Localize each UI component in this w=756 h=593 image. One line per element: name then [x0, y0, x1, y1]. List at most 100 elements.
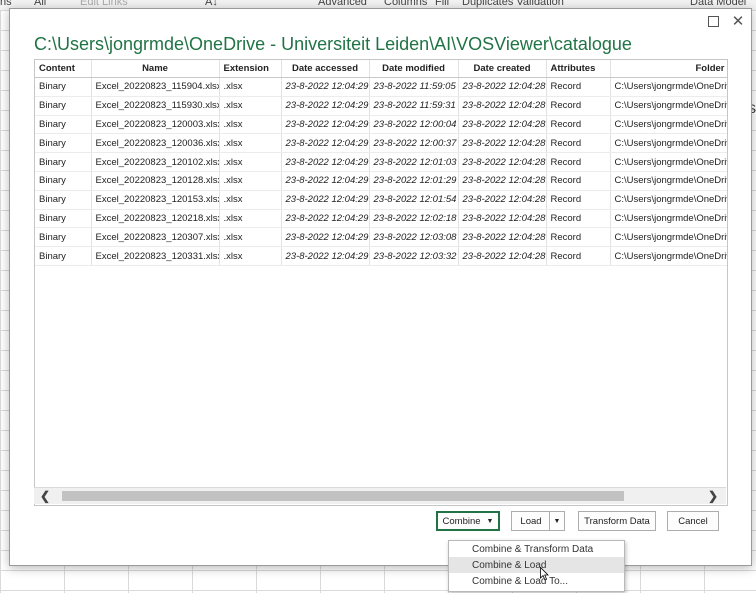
cell-content[interactable]: Binary — [35, 152, 92, 172]
cell-date-modified[interactable]: 23-8-2022 12:01:03 — [369, 152, 459, 172]
cell-content[interactable]: Binary — [35, 171, 92, 191]
cell-name[interactable]: Excel_20220823_115930.xlsx — [91, 96, 220, 116]
column-header-folder[interactable]: Folder — [610, 60, 727, 78]
cell-date-created[interactable]: 23-8-2022 12:04:28 — [458, 152, 547, 172]
menu-item-combine-load-to[interactable]: Combine & Load To... — [449, 573, 624, 589]
column-header-name[interactable]: Name — [91, 60, 220, 78]
cell-name[interactable]: Excel_20220823_120102.xlsx — [91, 152, 220, 172]
cell-date-accessed[interactable]: 23-8-2022 12:04:29 — [281, 171, 370, 191]
cell-date-created[interactable]: 23-8-2022 12:04:28 — [458, 133, 547, 154]
cell-folder[interactable]: C:\Users\jongrmde\OneDriv — [610, 171, 727, 191]
cell-name[interactable]: Excel_20220823_120218.xlsx — [91, 209, 220, 229]
cell-date-created[interactable]: 23-8-2022 12:04:28 — [458, 77, 547, 97]
cell-folder[interactable]: C:\Users\jongrmde\OneDriv — [610, 246, 727, 266]
cell-name[interactable]: Excel_20220823_120307.xlsx — [91, 227, 220, 248]
cell-extension[interactable]: .xlsx — [219, 209, 282, 229]
cell-date-accessed[interactable]: 23-8-2022 12:04:29 — [281, 209, 370, 229]
cell-folder[interactable]: C:\Users\jongrmde\OneDriv — [610, 209, 727, 229]
cell-date-created[interactable]: 23-8-2022 12:04:28 — [458, 227, 547, 248]
menu-item-combine-load[interactable]: Combine & Load — [449, 557, 624, 573]
cell-date-modified[interactable]: 23-8-2022 11:59:31 — [369, 96, 459, 116]
cell-extension[interactable]: .xlsx — [219, 115, 282, 135]
cell-date-modified[interactable]: 23-8-2022 12:00:04 — [369, 115, 459, 135]
cell-name[interactable]: Excel_20220823_120153.xlsx — [91, 190, 220, 210]
cell-content[interactable]: Binary — [35, 115, 92, 135]
cancel-button[interactable]: Cancel — [667, 511, 719, 531]
column-header-extension[interactable]: Extension — [219, 60, 282, 78]
cell-date-created[interactable]: 23-8-2022 12:04:28 — [458, 190, 547, 210]
cell-attributes[interactable]: Record — [546, 96, 611, 116]
table-row[interactable]: Binary Excel_20220823_120218.xlsx .xlsx 23-… — [35, 209, 727, 229]
file-table-container[interactable]: Content Name Extension Date accessed Dat… — [34, 59, 728, 506]
chevron-left-icon[interactable]: ❮ — [36, 488, 54, 504]
cell-attributes[interactable]: Record — [546, 227, 611, 248]
chevron-right-icon[interactable]: ❯ — [704, 488, 722, 504]
cell-date-modified[interactable]: 23-8-2022 12:00:37 — [369, 133, 459, 154]
cell-name[interactable]: Excel_20220823_120331.xlsx — [91, 246, 220, 266]
cell-folder[interactable]: C:\Users\jongrmde\OneDriv — [610, 115, 727, 135]
horizontal-scrollbar[interactable]: ❮ ❯ — [34, 487, 726, 504]
cell-extension[interactable]: .xlsx — [219, 152, 282, 172]
cell-date-accessed[interactable]: 23-8-2022 12:04:29 — [281, 133, 370, 154]
table-row[interactable]: Binary Excel_20220823_120153.xlsx .xlsx 23-… — [35, 190, 727, 210]
table-row[interactable]: Binary Excel_20220823_120331.xlsx .xlsx 23-… — [35, 246, 727, 266]
cell-date-accessed[interactable]: 23-8-2022 12:04:29 — [281, 227, 370, 248]
cell-name[interactable]: Excel_20220823_120003.xlsx — [91, 115, 220, 135]
load-button[interactable]: Load — [511, 511, 551, 531]
cell-content[interactable]: Binary — [35, 96, 92, 116]
cell-folder[interactable]: C:\Users\jongrmde\OneDriv — [610, 190, 727, 210]
cell-date-accessed[interactable]: 23-8-2022 12:04:29 — [281, 152, 370, 172]
table-row[interactable]: Binary Excel_20220823_120128.xlsx .xlsx 23-… — [35, 171, 727, 191]
table-row[interactable]: Binary Excel_20220823_115930.xlsx .xlsx 23-… — [35, 96, 727, 116]
table-row[interactable]: Binary Excel_20220823_120003.xlsx .xlsx 23-… — [35, 115, 727, 135]
cell-attributes[interactable]: Record — [546, 209, 611, 229]
cell-extension[interactable]: .xlsx — [219, 77, 282, 97]
cell-date-accessed[interactable]: 23-8-2022 12:04:29 — [281, 190, 370, 210]
cell-date-created[interactable]: 23-8-2022 12:04:28 — [458, 171, 547, 191]
cell-extension[interactable]: .xlsx — [219, 171, 282, 191]
cell-extension[interactable]: .xlsx — [219, 96, 282, 116]
table-row[interactable]: Binary Excel_20220823_115904.xlsx .xlsx 23-… — [35, 77, 727, 97]
cell-name[interactable]: Excel_20220823_120128.xlsx — [91, 171, 220, 191]
combine-button[interactable]: Combine ▼ — [436, 511, 500, 531]
cell-folder[interactable]: C:\Users\jongrmde\OneDriv — [610, 133, 727, 154]
cell-attributes[interactable]: Record — [546, 152, 611, 172]
cell-date-modified[interactable]: 23-8-2022 12:01:54 — [369, 190, 459, 210]
cell-date-modified[interactable]: 23-8-2022 12:03:32 — [369, 246, 459, 266]
cell-attributes[interactable]: Record — [546, 190, 611, 210]
cell-folder[interactable]: C:\Users\jongrmde\OneDriv — [610, 77, 727, 97]
cell-folder[interactable]: C:\Users\jongrmde\OneDriv — [610, 96, 727, 116]
cell-attributes[interactable]: Record — [546, 246, 611, 266]
table-row[interactable]: Binary Excel_20220823_120102.xlsx .xlsx 23-… — [35, 152, 727, 172]
column-header-date-created[interactable]: Date created — [458, 60, 547, 78]
cell-attributes[interactable]: Record — [546, 77, 611, 97]
cell-date-created[interactable]: 23-8-2022 12:04:28 — [458, 96, 547, 116]
maximize-icon[interactable] — [704, 13, 722, 29]
menu-item-combine-transform[interactable]: Combine & Transform Data — [449, 541, 624, 557]
cell-content[interactable]: Binary — [35, 77, 92, 97]
column-header-content[interactable]: Content — [35, 60, 92, 78]
column-header-date-modified[interactable]: Date modified — [369, 60, 459, 78]
cell-extension[interactable]: .xlsx — [219, 190, 282, 210]
cell-content[interactable]: Binary — [35, 190, 92, 210]
table-row[interactable]: Binary Excel_20220823_120307.xlsx .xlsx 23-… — [35, 227, 727, 248]
cell-folder[interactable]: C:\Users\jongrmde\OneDriv — [610, 227, 727, 248]
cell-folder[interactable]: C:\Users\jongrmde\OneDriv — [610, 152, 727, 172]
transform-data-button[interactable]: Transform Data — [578, 511, 656, 531]
cell-name[interactable]: Excel_20220823_115904.xlsx — [91, 77, 220, 97]
cell-content[interactable]: Binary — [35, 227, 92, 248]
cell-date-created[interactable]: 23-8-2022 12:04:28 — [458, 209, 547, 229]
cell-attributes[interactable]: Record — [546, 171, 611, 191]
cell-date-accessed[interactable]: 23-8-2022 12:04:29 — [281, 115, 370, 135]
cell-date-created[interactable]: 23-8-2022 12:04:28 — [458, 115, 547, 135]
close-icon[interactable]: ✕ — [729, 13, 747, 30]
cell-attributes[interactable]: Record — [546, 133, 611, 154]
cell-date-accessed[interactable]: 23-8-2022 12:04:29 — [281, 246, 370, 266]
cell-date-created[interactable]: 23-8-2022 12:04:28 — [458, 246, 547, 266]
cell-content[interactable]: Binary — [35, 209, 92, 229]
cell-date-accessed[interactable]: 23-8-2022 12:04:29 — [281, 77, 370, 97]
load-dropdown-button[interactable]: ▼ — [549, 511, 565, 531]
cell-content[interactable]: Binary — [35, 246, 92, 266]
cell-extension[interactable]: .xlsx — [219, 133, 282, 154]
cell-name[interactable]: Excel_20220823_120036.xlsx — [91, 133, 220, 154]
